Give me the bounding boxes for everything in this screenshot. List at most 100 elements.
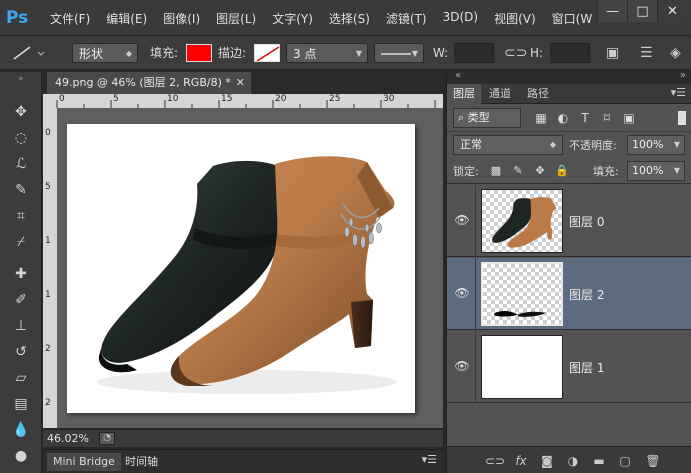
new-layer-icon[interactable]: ▢ (617, 453, 633, 469)
ruler-number: 2 (45, 344, 51, 354)
layer-filter-row: ⌕ 类型 ▦ ◐ T ⌑ ▣ (447, 104, 691, 132)
lock-position-icon[interactable]: ✥ (533, 164, 547, 178)
document-tabs: 49.png @ 46% (图层 2, RGB/8) * ✕ (43, 72, 443, 94)
panel-menu-icon[interactable]: ▾☰ (422, 453, 437, 466)
lasso-tool-icon[interactable]: ℒ (8, 152, 34, 176)
fx-icon[interactable]: fx (513, 453, 529, 469)
lock-image-icon[interactable]: ✎ (511, 164, 525, 178)
menu-file[interactable]: 文件(F) (50, 10, 90, 27)
add-mask-icon[interactable]: ◙ (539, 453, 555, 469)
clone-stamp-icon[interactable]: ⊥ (8, 314, 34, 338)
layer-row-layer-0[interactable]: 👁 图层 0 (447, 185, 691, 257)
close-icon[interactable]: ✕ (236, 72, 245, 94)
document-canvas[interactable] (67, 124, 415, 413)
healing-brush-icon[interactable]: ✚ (8, 262, 34, 286)
shape-mode-dropdown[interactable]: 形状 ◆ (72, 43, 138, 63)
shape-filter-icon[interactable]: ⌑ (599, 110, 615, 126)
fill-swatch[interactable] (186, 44, 212, 64)
tab-channels[interactable]: 通道 (483, 84, 517, 104)
link-layers-icon[interactable]: ⊂⊃ (485, 453, 505, 469)
stroke-type-dropdown[interactable]: ▼ (374, 43, 424, 63)
elliptical-marquee-icon[interactable]: ◌ (8, 126, 34, 150)
history-brush-icon[interactable]: ↺ (8, 340, 34, 364)
close-button[interactable]: ✕ (657, 0, 687, 22)
tab-mini-bridge[interactable]: Mini Bridge (47, 453, 121, 471)
panel-menu-icon[interactable]: ▾☰ (671, 86, 686, 99)
document-title: 49.png @ 46% (图层 2, RGB/8) * (55, 76, 231, 89)
line-tool-icon (13, 46, 45, 60)
type-filter-icon[interactable]: T (577, 110, 593, 126)
delete-layer-icon[interactable]: 🗑 (645, 453, 661, 469)
menu-view[interactable]: 视图(V) (494, 10, 536, 27)
lock-transparent-icon[interactable]: ▩ (489, 164, 503, 178)
menu-filter[interactable]: 滤镜(T) (386, 10, 427, 27)
stroke-swatch[interactable] (254, 44, 280, 64)
eraser-tool-icon[interactable]: ▱ (8, 366, 34, 390)
menu-3d[interactable]: 3D(D) (443, 10, 478, 27)
opacity-label: 不透明度: (569, 139, 617, 152)
crop-tool-icon[interactable]: ⌗ (8, 204, 34, 228)
collapse-chevron-icon[interactable]: « (455, 70, 461, 81)
adjustment-filter-icon[interactable]: ◐ (555, 110, 571, 126)
eye-icon[interactable]: 👁 (453, 357, 471, 375)
path-arrangement-icon[interactable]: ◈ (670, 43, 681, 63)
new-group-icon[interactable]: ▬ (591, 453, 607, 469)
menu-edit[interactable]: 编辑(E) (106, 10, 147, 27)
document-tab[interactable]: 49.png @ 46% (图层 2, RGB/8) * ✕ (47, 72, 251, 94)
tab-paths[interactable]: 路径 (521, 84, 555, 104)
minimize-button[interactable]: — (597, 0, 627, 22)
shape-mode-label: 形状 (79, 47, 104, 61)
canvas-area[interactable] (57, 108, 443, 428)
brush-tool-icon[interactable]: ✐ (8, 288, 34, 312)
menu-window[interactable]: 窗口(W (552, 10, 593, 27)
eye-icon[interactable]: 👁 (453, 284, 471, 302)
fill-color-swatch (186, 44, 212, 62)
filter-toggle[interactable] (678, 111, 686, 125)
layer-name[interactable]: 图层 2 (569, 286, 604, 303)
layer-thumbnail[interactable] (481, 335, 563, 399)
layer-row-layer-1[interactable]: 👁 图层 1 (447, 331, 691, 403)
menu-image[interactable]: 图像(I) (163, 10, 200, 27)
opacity-field[interactable]: 100% ▼ (627, 135, 685, 155)
width-field[interactable] (454, 43, 494, 63)
dodge-tool-icon[interactable]: ● (8, 444, 34, 468)
tab-timeline[interactable]: 时间轴 (119, 453, 164, 471)
eye-icon[interactable]: 👁 (453, 211, 471, 229)
document-info-icon[interactable]: ◔ (99, 432, 115, 445)
stroke-width-dropdown[interactable]: 3 点 ▼ (286, 43, 368, 63)
blur-tool-icon[interactable]: 💧 (8, 418, 34, 442)
height-field[interactable] (550, 43, 590, 63)
gradient-tool-icon[interactable]: ▤ (8, 392, 34, 416)
filter-type-dropdown[interactable]: ⌕ 类型 (453, 108, 521, 128)
quick-selection-icon[interactable]: ✎ (8, 178, 34, 202)
fill-field[interactable]: 100% ▼ (627, 161, 685, 181)
lock-all-icon[interactable]: 🔒 (555, 164, 569, 178)
path-alignment-icon[interactable]: ☰ (640, 43, 653, 63)
layers-panel-footer: ⊂⊃ fx ◙ ◑ ▬ ▢ 🗑 (447, 446, 691, 473)
layer-thumbnail[interactable] (481, 189, 563, 253)
link-icon[interactable]: ⊂⊃ (504, 43, 527, 63)
tab-layers[interactable]: 图层 (447, 84, 481, 104)
panel-tabs: 图层 通道 路径 ▾☰ (447, 84, 691, 104)
collapse-chevron-icon[interactable]: » (680, 70, 686, 81)
smart-object-filter-icon[interactable]: ▣ (621, 110, 637, 126)
layer-row-layer-2[interactable]: 👁 图层 2 (447, 258, 691, 330)
blend-mode-dropdown[interactable]: 正常 ◆ (453, 135, 563, 155)
pixel-filter-icon[interactable]: ▦ (533, 110, 549, 126)
maximize-button[interactable]: □ (627, 0, 657, 22)
path-operations-icon[interactable]: ▣ (606, 43, 619, 63)
layer-name[interactable]: 图层 0 (569, 213, 604, 230)
opacity-value: 100% (632, 138, 664, 151)
move-tool-icon[interactable]: ✥ (8, 100, 34, 124)
panel-collapse-bar[interactable]: « » (447, 70, 691, 84)
menu-layer[interactable]: 图层(L) (216, 10, 256, 27)
eyedropper-icon[interactable]: ⌿ (8, 230, 34, 254)
menu-select[interactable]: 选择(S) (329, 10, 370, 27)
menu-type[interactable]: 文字(Y) (272, 10, 313, 27)
zoom-level[interactable]: 46.02% (47, 432, 89, 445)
collapse-chevron-icon[interactable]: » (8, 74, 34, 84)
adjustment-layer-icon[interactable]: ◑ (565, 453, 581, 469)
tool-preset-picker[interactable] (6, 43, 46, 63)
layer-thumbnail[interactable] (481, 262, 563, 326)
layer-name[interactable]: 图层 1 (569, 359, 604, 376)
